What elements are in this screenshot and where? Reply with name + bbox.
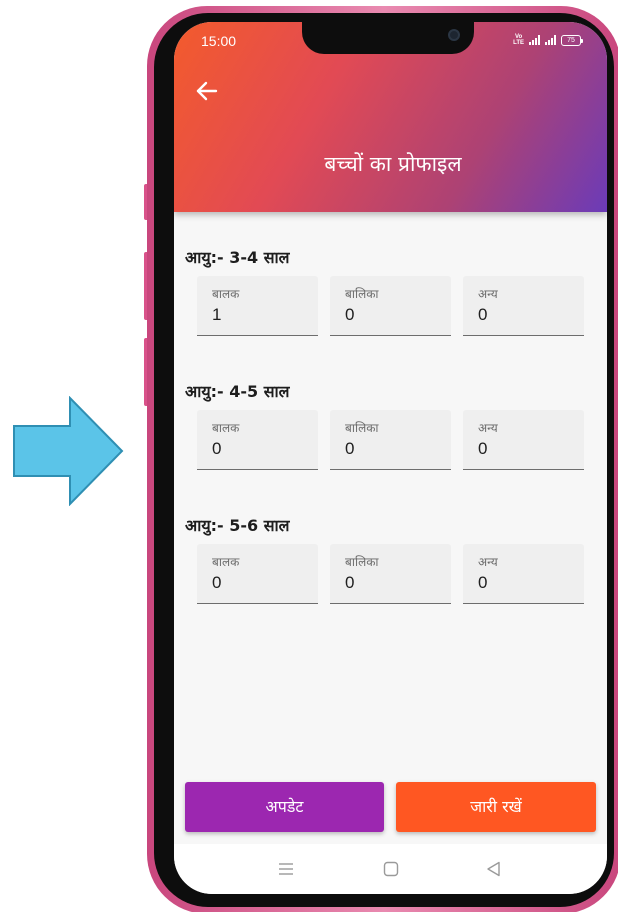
page-title: बच्चों का प्रोफाइल xyxy=(324,152,462,176)
right-arrow-pointer-icon xyxy=(13,396,124,506)
age-group-title: आयु:- 4-5 साल xyxy=(185,382,290,401)
battery-icon: 75 xyxy=(561,34,583,46)
field-label: बालिका xyxy=(345,421,379,435)
field-value: 0 xyxy=(478,573,488,592)
field-label: बालक xyxy=(212,555,240,569)
field-label: बालिका xyxy=(345,287,379,301)
status-bar: 15:00 Vo LTE 75 xyxy=(174,22,607,62)
boys-count-field[interactable]: बालक 1 xyxy=(197,276,318,336)
continue-button[interactable]: जारी रखें xyxy=(396,782,596,832)
other-count-field[interactable]: अन्य 0 xyxy=(463,410,584,470)
signal-strength-roaming-icon xyxy=(545,35,556,45)
status-time: 15:00 xyxy=(201,33,237,49)
home-square-icon[interactable] xyxy=(381,859,401,879)
field-label: बालिका xyxy=(345,555,379,569)
field-label: अन्य xyxy=(478,287,498,301)
camera-notch xyxy=(302,22,474,54)
field-value: 0 xyxy=(345,439,355,458)
boys-count-field[interactable]: बालक 0 xyxy=(197,410,318,470)
volte-icon: Vo LTE xyxy=(513,34,524,46)
status-icons: Vo LTE 75 xyxy=(513,34,583,46)
field-label: बालक xyxy=(212,287,240,301)
boys-count-field[interactable]: बालक 0 xyxy=(197,544,318,604)
girls-count-field[interactable]: बालिका 0 xyxy=(330,276,451,336)
age-group-title: आयु:- 5-6 साल xyxy=(185,516,290,535)
field-value: 0 xyxy=(345,305,355,324)
field-value: 0 xyxy=(212,573,222,592)
front-camera-icon xyxy=(448,29,460,41)
field-value: 0 xyxy=(478,305,488,324)
field-label: बालक xyxy=(212,421,240,435)
field-value: 0 xyxy=(478,439,488,458)
app-header: 15:00 Vo LTE 75 बच्चों का प्रोफाइल xyxy=(174,22,607,212)
arrow-left-icon[interactable] xyxy=(194,78,220,104)
other-count-field[interactable]: अन्य 0 xyxy=(463,544,584,604)
girls-count-field[interactable]: बालिका 0 xyxy=(330,410,451,470)
other-count-field[interactable]: अन्य 0 xyxy=(463,276,584,336)
menu-icon[interactable] xyxy=(276,859,296,879)
field-value: 0 xyxy=(212,439,222,458)
signal-strength-icon xyxy=(529,35,540,45)
field-label: अन्य xyxy=(478,421,498,435)
field-value: 1 xyxy=(212,305,222,324)
back-triangle-icon[interactable] xyxy=(484,859,504,879)
system-nav-bar xyxy=(174,844,607,894)
field-value: 0 xyxy=(345,573,355,592)
phone-screen: 15:00 Vo LTE 75 बच्चों का प्रोफाइल आयु:-… xyxy=(174,22,607,894)
update-button[interactable]: अपडेट xyxy=(185,782,384,832)
field-label: अन्य xyxy=(478,555,498,569)
age-group-title: आयु:- 3-4 साल xyxy=(185,248,290,267)
girls-count-field[interactable]: बालिका 0 xyxy=(330,544,451,604)
